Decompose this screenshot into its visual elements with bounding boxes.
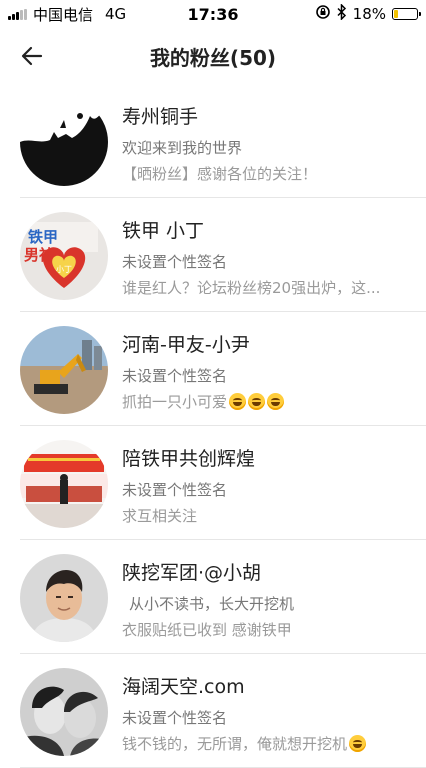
bluetooth-icon [337, 3, 347, 24]
fan-item[interactable]: 陪铁甲共创辉煌 未设置个性签名 求互相关注 [0, 426, 426, 540]
fan-note: 【晒粉丝】感谢各位的关注！ [122, 165, 318, 183]
laugh-cry-emoji-icon [267, 393, 285, 410]
fan-note: 谁是红人？论坛粉丝榜20强出炉，这... [122, 279, 381, 297]
fan-item[interactable]: 寿州铜手 欢迎来到我的世界 【晒粉丝】感谢各位的关注！ [0, 84, 426, 198]
avatar [20, 440, 108, 528]
avatar [20, 554, 108, 642]
status-bar: 中国电信 4G 17:36 18% [0, 0, 426, 28]
fan-name: 陪铁甲共创辉煌 [122, 448, 256, 470]
laugh-cry-emoji-icon [229, 393, 247, 410]
fan-name: 陕挖军团·@小胡 [122, 562, 262, 584]
arrow-left-icon [21, 46, 43, 66]
avatar [20, 668, 108, 756]
fan-note: 钱不钱的，无所谓，俺就想开挖机 [122, 733, 367, 754]
fan-item[interactable]: 海阔天空.com 未设置个性签名 钱不钱的，无所谓，俺就想开挖机 [0, 654, 426, 768]
avatar-text-xiaoding: 小丁 [56, 265, 72, 274]
laugh-cry-emoji-icon [248, 393, 266, 410]
network-label: 4G [105, 5, 127, 23]
fan-note: 抓拍一只小可爱 [122, 391, 285, 412]
battery-percent: 18% [352, 5, 386, 23]
nav-bar: 我的粉丝(50) [0, 28, 426, 84]
fan-signature: 未设置个性签名 [122, 253, 228, 271]
fan-note: 衣服贴纸已收到 感谢铁甲 [122, 621, 292, 639]
fan-signature: 欢迎来到我的世界 [122, 139, 243, 157]
fan-signature: 从小不读书，长大开挖机 [129, 595, 295, 613]
avatar-text-tiejia: 铁甲 [28, 228, 58, 246]
fan-name: 铁甲 小丁 [122, 220, 205, 242]
fan-name: 河南-甲友-小尹 [122, 334, 250, 356]
fan-item[interactable]: 河南-甲友-小尹 未设置个性签名 抓拍一只小可爱 [0, 312, 426, 426]
fan-note-text: 钱不钱的，无所谓，俺就想开挖机 [122, 735, 348, 753]
fan-signature: 未设置个性签名 [122, 481, 228, 499]
clock: 17:36 [187, 4, 239, 24]
fan-note: 求互相关注 [122, 507, 198, 525]
signal-icon [8, 8, 27, 20]
fan-item[interactable]: 陕挖军团·@小胡 从小不读书，长大开挖机 衣服贴纸已收到 感谢铁甲 [0, 540, 426, 654]
fans-list: 寿州铜手 欢迎来到我的世界 【晒粉丝】感谢各位的关注！ 铁甲 男神 小丁 铁甲 … [0, 84, 426, 768]
back-button[interactable] [18, 42, 46, 70]
fan-signature: 未设置个性签名 [122, 367, 228, 385]
fan-name: 海阔天空.com [122, 676, 245, 698]
fan-signature: 未设置个性签名 [122, 709, 228, 727]
status-right: 18% [315, 3, 421, 24]
avatar-text-nanshen: 男神 [24, 246, 54, 264]
fan-item[interactable]: 铁甲 男神 小丁 铁甲 小丁 未设置个性签名 谁是红人？论坛粉丝榜20强出炉，这… [0, 198, 426, 312]
avatar: 铁甲 男神 小丁 [20, 212, 108, 300]
carrier-label: 中国电信 [33, 5, 94, 24]
avatar [20, 98, 108, 186]
status-left: 中国电信 4G [8, 4, 126, 25]
rotation-lock-icon [315, 4, 331, 24]
fan-name: 寿州铜手 [122, 106, 199, 128]
battery-icon [392, 8, 421, 20]
laugh-cry-emoji-icon [349, 735, 367, 752]
page-title: 我的粉丝(50) [149, 45, 277, 70]
avatar [20, 326, 108, 414]
fan-note-text: 抓拍一只小可爱 [122, 393, 228, 411]
